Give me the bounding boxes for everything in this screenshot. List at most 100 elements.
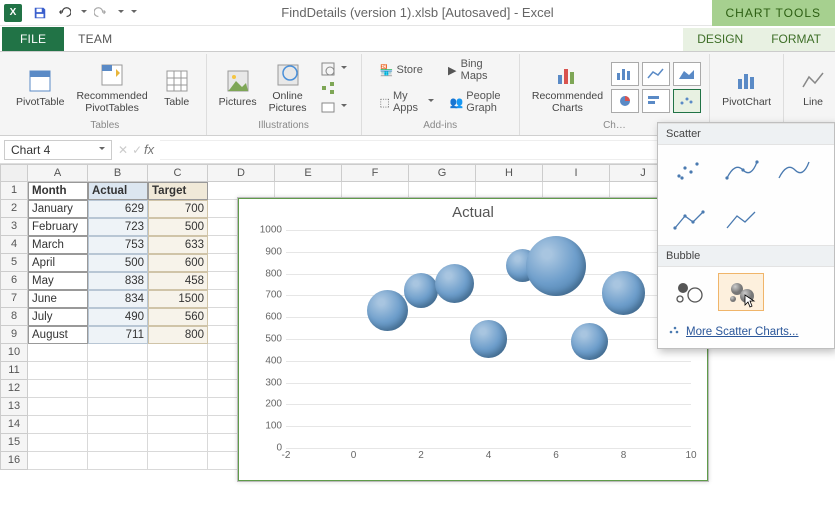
table-button[interactable]: Table xyxy=(156,65,198,110)
save-button[interactable] xyxy=(30,3,50,23)
undo-button[interactable] xyxy=(54,3,74,23)
column-header[interactable]: G xyxy=(409,164,476,182)
cell[interactable]: Target xyxy=(148,182,208,200)
cell[interactable] xyxy=(28,362,88,380)
cell[interactable] xyxy=(148,416,208,434)
undo-dropdown[interactable] xyxy=(78,6,87,20)
scatter-lines-option[interactable] xyxy=(718,201,764,239)
scatter-smooth-option[interactable] xyxy=(770,151,816,189)
row-header[interactable]: 11 xyxy=(0,362,28,380)
cell[interactable]: June xyxy=(28,290,88,308)
cell[interactable]: 753 xyxy=(88,236,148,254)
cell[interactable]: 490 xyxy=(88,308,148,326)
row-header[interactable]: 9 xyxy=(0,326,28,344)
column-header[interactable]: I xyxy=(543,164,610,182)
cell[interactable]: 838 xyxy=(88,272,148,290)
column-header[interactable]: C xyxy=(148,164,208,182)
cell[interactable]: 600 xyxy=(148,254,208,272)
chart-bubble[interactable] xyxy=(404,273,439,308)
bar-chart-button[interactable] xyxy=(642,89,670,113)
cell[interactable] xyxy=(28,380,88,398)
row-header[interactable]: 8 xyxy=(0,308,28,326)
cell[interactable] xyxy=(88,344,148,362)
cell[interactable] xyxy=(28,344,88,362)
cell[interactable] xyxy=(88,416,148,434)
row-header[interactable]: 4 xyxy=(0,236,28,254)
cell[interactable] xyxy=(28,452,88,470)
cell[interactable] xyxy=(148,380,208,398)
select-all-corner[interactable] xyxy=(0,164,28,182)
cell[interactable] xyxy=(148,344,208,362)
chart-bubble[interactable] xyxy=(435,264,474,303)
cell[interactable]: 560 xyxy=(148,308,208,326)
cell[interactable]: March xyxy=(28,236,88,254)
row-header[interactable]: 3 xyxy=(0,218,28,236)
online-pictures-button[interactable]: Online Pictures xyxy=(265,59,311,115)
scatter-chart-button[interactable] xyxy=(673,89,701,113)
cell[interactable]: April xyxy=(28,254,88,272)
row-header[interactable]: 16 xyxy=(0,452,28,470)
cell[interactable]: July xyxy=(28,308,88,326)
column-header[interactable]: E xyxy=(275,164,342,182)
bubble-2d-option[interactable] xyxy=(666,273,712,311)
scatter-markers-option[interactable] xyxy=(666,151,712,189)
name-box[interactable]: Chart 4 xyxy=(4,140,112,160)
row-header[interactable]: 7 xyxy=(0,290,28,308)
cell[interactable] xyxy=(28,416,88,434)
cell[interactable] xyxy=(148,452,208,470)
chart-plot-area[interactable]: 01002003004005006007008009001000-2024681… xyxy=(286,230,691,448)
recommended-charts-button[interactable]: Recommended Charts xyxy=(528,59,607,115)
chart-bubble[interactable] xyxy=(571,323,608,360)
cell[interactable]: 500 xyxy=(88,254,148,272)
cell[interactable]: February xyxy=(28,218,88,236)
shapes-button[interactable] xyxy=(319,61,349,77)
screenshot-button[interactable] xyxy=(319,99,349,115)
cell[interactable]: August xyxy=(28,326,88,344)
cell[interactable] xyxy=(28,398,88,416)
row-header[interactable]: 6 xyxy=(0,272,28,290)
cell[interactable]: 711 xyxy=(88,326,148,344)
tab-format[interactable]: FORMAT xyxy=(757,28,835,51)
row-header[interactable]: 1 xyxy=(0,182,28,200)
cell[interactable]: 629 xyxy=(88,200,148,218)
tab-team[interactable]: TEAM xyxy=(64,28,177,51)
scatter-lines-markers-option[interactable] xyxy=(666,201,712,239)
cell[interactable]: 700 xyxy=(148,200,208,218)
bubble-3d-option[interactable] xyxy=(718,273,764,311)
redo-button[interactable] xyxy=(91,3,111,23)
more-scatter-charts-link[interactable]: More Scatter Charts... xyxy=(658,317,834,348)
cell[interactable] xyxy=(148,434,208,452)
recommended-pivot-button[interactable]: Recommended PivotTables xyxy=(72,59,151,115)
pivotchart-button[interactable]: PivotChart xyxy=(718,65,775,110)
cell[interactable] xyxy=(28,434,88,452)
pictures-button[interactable]: Pictures xyxy=(215,65,261,110)
row-header[interactable]: 2 xyxy=(0,200,28,218)
row-header[interactable]: 15 xyxy=(0,434,28,452)
cell[interactable] xyxy=(148,398,208,416)
cell[interactable]: Month xyxy=(28,182,88,200)
cell[interactable]: 500 xyxy=(148,218,208,236)
cell[interactable] xyxy=(88,452,148,470)
cell[interactable] xyxy=(88,434,148,452)
chart-bubble[interactable] xyxy=(367,290,408,331)
cell[interactable]: January xyxy=(28,200,88,218)
area-chart-button[interactable] xyxy=(673,62,701,86)
row-header[interactable]: 10 xyxy=(0,344,28,362)
column-header[interactable]: F xyxy=(342,164,409,182)
embedded-chart[interactable]: Actual 01002003004005006007008009001000-… xyxy=(237,197,709,482)
cell[interactable]: 458 xyxy=(148,272,208,290)
column-header[interactable]: B xyxy=(88,164,148,182)
redo-dropdown[interactable] xyxy=(115,6,124,20)
tab-design[interactable]: DESIGN xyxy=(683,28,757,51)
chart-bubble[interactable] xyxy=(526,236,586,296)
cell[interactable]: 1500 xyxy=(148,290,208,308)
smartart-button[interactable] xyxy=(319,80,349,96)
column-header[interactable]: A xyxy=(28,164,88,182)
column-header[interactable]: D xyxy=(208,164,275,182)
line-chart-button[interactable] xyxy=(642,62,670,86)
pivottable-button[interactable]: PivotTable xyxy=(12,65,68,110)
cell[interactable] xyxy=(88,362,148,380)
cell[interactable] xyxy=(148,362,208,380)
cell[interactable]: 633 xyxy=(148,236,208,254)
bing-maps-button[interactable]: ▶Bing Maps xyxy=(445,57,503,83)
